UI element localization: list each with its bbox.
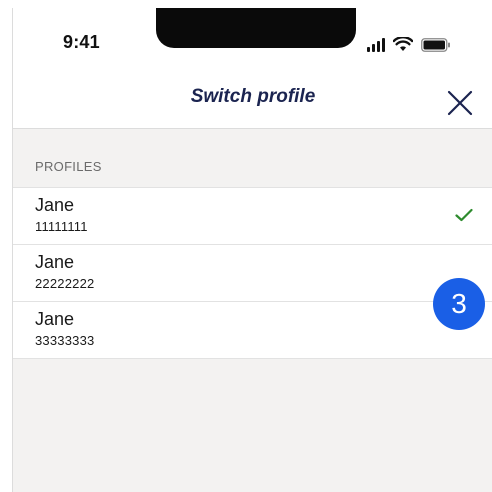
cellular-signal-icon xyxy=(367,37,385,52)
profile-item[interactable]: Jane 33333333 xyxy=(13,301,492,358)
profile-number: 11111111 xyxy=(35,219,88,234)
profiles-section-header: PROFILES xyxy=(13,129,492,186)
profile-name: Jane xyxy=(35,195,75,215)
navigation-bar: Switch profile xyxy=(13,58,492,129)
profile-item[interactable]: Jane 11111111 xyxy=(13,188,492,244)
close-icon xyxy=(447,90,473,116)
page-title: Switch profile xyxy=(190,86,316,107)
phone-screen: 9:41 Switch profile PROFILES Jane 111111… xyxy=(12,8,492,492)
profile-number: 22222222 xyxy=(35,276,95,291)
status-bar: 9:41 xyxy=(13,8,492,58)
status-icons xyxy=(367,34,451,52)
step-number-badge: 3 xyxy=(433,278,485,330)
battery-icon xyxy=(421,38,451,52)
profile-name: Jane xyxy=(35,309,75,329)
section-label: PROFILES xyxy=(35,159,102,174)
profile-list: Jane 11111111 Jane 22222222 Jane 3333333… xyxy=(13,187,492,359)
profile-item[interactable]: Jane 22222222 xyxy=(13,244,492,301)
profile-name: Jane xyxy=(35,252,75,272)
wifi-icon xyxy=(393,37,413,52)
close-button[interactable] xyxy=(445,88,475,118)
checkmark-icon xyxy=(455,208,473,222)
profile-number: 33333333 xyxy=(35,333,95,348)
device-notch xyxy=(156,8,356,48)
status-time: 9:41 xyxy=(63,32,100,52)
